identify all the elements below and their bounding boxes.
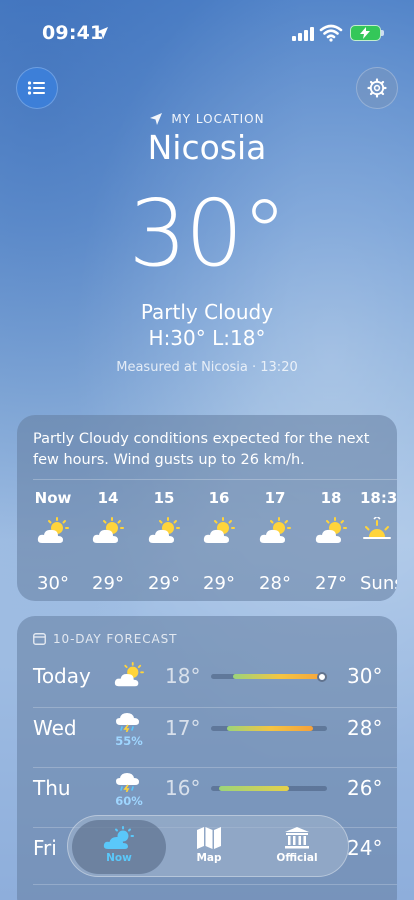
current-condition: Partly Cloudy [140, 300, 274, 324]
hour-temp: 29° [203, 573, 235, 594]
hour-label: 15 [153, 489, 175, 507]
tab-map[interactable]: Map [162, 820, 256, 874]
list-icon [27, 81, 45, 95]
day-row-wed[interactable]: Wed 55% 17° 28° [17, 713, 397, 774]
battery-icon [350, 25, 381, 41]
hour-item: 14 29° [80, 489, 136, 594]
hour-temp: 29° [148, 573, 180, 594]
thunderstorm-icon: 55% [111, 710, 147, 748]
temperature-range-bar [211, 671, 327, 682]
day-name: Fri [33, 836, 57, 860]
hour-item: 18:3 Suns [360, 489, 397, 594]
hour-label: 16 [208, 489, 230, 507]
hour-label: 18 [320, 489, 342, 507]
divider [33, 707, 397, 708]
calendar-icon [33, 633, 46, 645]
tab-label: Official [276, 852, 318, 864]
list-menu-button[interactable] [16, 67, 58, 109]
day-low: 16° [165, 776, 201, 800]
hour-item: 17 28° [247, 489, 303, 594]
official-building-icon [250, 820, 344, 850]
divider [33, 767, 397, 768]
partly-cloudy-icon [25, 511, 81, 561]
hour-label: 14 [97, 489, 119, 507]
hour-temp: 30° [37, 573, 69, 594]
day-name: Wed [33, 716, 77, 740]
settings-button[interactable] [356, 67, 398, 109]
cellular-signal-icon [292, 27, 314, 41]
forecast-title: 10-DAY FORECAST [33, 632, 177, 646]
hour-temp: 28° [259, 573, 291, 594]
location-arrow-icon [96, 27, 108, 39]
precipitation-chance: 55% [115, 734, 143, 748]
day-row-today[interactable]: Today 18° 30° [17, 662, 397, 722]
day-name: Thu [33, 776, 71, 800]
hour-temp: 29° [92, 573, 124, 594]
thunderstorm-icon: 60% [111, 770, 147, 808]
current-temp-dot [317, 671, 327, 682]
tab-now[interactable]: Now [72, 820, 166, 874]
my-location-text: MY LOCATION [171, 112, 265, 126]
battery-cap [381, 30, 384, 36]
divider [33, 884, 397, 885]
partly-cloudy-icon [191, 511, 247, 561]
hour-item: 18 27° [303, 489, 359, 594]
precipitation-chance: 60% [115, 794, 143, 808]
status-bar: 09:41 [0, 0, 414, 64]
temperature-range-bar [211, 726, 327, 731]
temperature-range-fill [233, 674, 327, 679]
day-high: 30° [347, 664, 383, 688]
location-arrow-icon [150, 113, 163, 125]
tab-official[interactable]: Official [250, 820, 344, 874]
weather-now-icon [72, 820, 166, 850]
day-high: 26° [347, 776, 383, 800]
partly-cloudy-icon [111, 662, 147, 694]
partly-cloudy-icon [136, 511, 192, 561]
hour-label: Now [34, 489, 72, 507]
tab-label: Map [196, 852, 222, 864]
hour-item: Now 30° [25, 489, 81, 594]
partly-cloudy-icon [247, 511, 303, 561]
hourly-summary: Partly Cloudy conditions expected for th… [33, 431, 370, 468]
temperature-range-fill [227, 726, 313, 731]
hour-temp: Suns [360, 573, 397, 594]
day-high: 24° [347, 836, 383, 860]
current-temperature: 30° [128, 180, 287, 287]
my-location-label: MY LOCATION [0, 112, 414, 126]
high-low-temperature: H:30° L:18° [148, 326, 266, 350]
sunset-icon [360, 511, 397, 561]
divider [33, 479, 397, 480]
hour-label: 17 [264, 489, 286, 507]
hour-temp: 27° [315, 573, 347, 594]
day-name: Today [33, 664, 91, 688]
hour-item: 15 29° [136, 489, 192, 594]
map-icon [162, 820, 256, 850]
forecast-title-text: 10-DAY FORECAST [53, 632, 178, 646]
wifi-icon [319, 24, 343, 42]
gear-icon [367, 78, 387, 98]
tab-label: Now [106, 852, 132, 864]
partly-cloudy-icon [303, 511, 359, 561]
partly-cloudy-icon [80, 511, 136, 561]
temperature-range-bar [211, 786, 327, 791]
city-name: Nicosia [147, 128, 267, 167]
day-high: 28° [347, 716, 383, 740]
temperature-range-fill [219, 786, 289, 791]
day-low: 17° [165, 716, 201, 740]
measured-at: Measured at Nicosia · 13:20 [116, 360, 298, 375]
hour-item: 16 29° [191, 489, 247, 594]
hour-label: 18:3 [360, 489, 397, 507]
hourly-forecast-card[interactable]: Partly Cloudy conditions expected for th… [17, 415, 397, 601]
tab-bar: Now Map Official [67, 815, 349, 877]
day-low: 18° [165, 664, 201, 688]
